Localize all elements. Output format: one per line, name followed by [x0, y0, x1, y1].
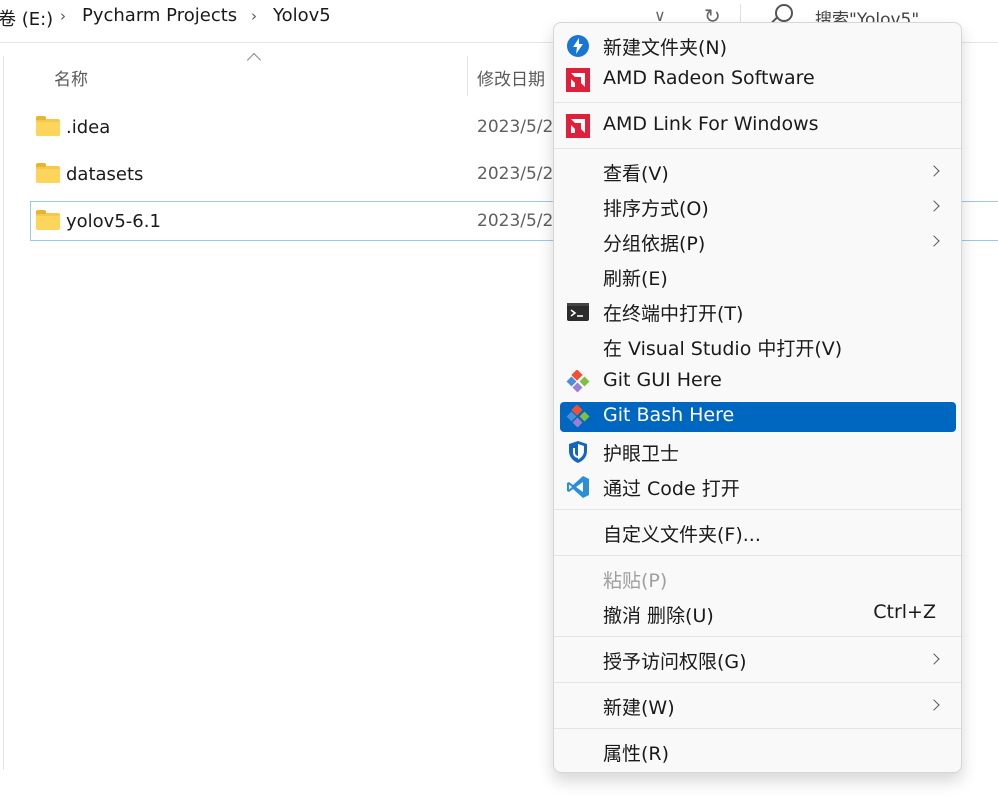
- menu-label: 新建(W): [603, 697, 675, 719]
- shortcut-label: Ctrl+Z: [873, 601, 936, 623]
- menu-label: AMD Radeon Software: [603, 67, 815, 89]
- chevron-right-icon: [928, 165, 940, 177]
- file-date: 2023/5/2: [477, 211, 552, 231]
- menu-item-customize-folder[interactable]: 自定义文件夹(F)...: [560, 518, 956, 548]
- column-header-date[interactable]: 修改日期: [477, 65, 545, 90]
- menu-item-properties[interactable]: 属性(R): [560, 737, 956, 767]
- menu-item-git-bash[interactable]: Git Bash Here: [560, 402, 956, 432]
- breadcrumb-yolov5[interactable]: Yolov5: [273, 5, 331, 26]
- shield-icon: [569, 441, 587, 463]
- menu-label: AMD Link For Windows: [603, 113, 819, 135]
- file-date: 2023/5/2: [477, 117, 552, 137]
- amd-logo-icon: [566, 114, 590, 138]
- file-name: datasets: [66, 164, 144, 185]
- menu-item-new[interactable]: 新建(W): [560, 691, 956, 721]
- menu-item-open-in-terminal[interactable]: 在终端中打开(T): [560, 297, 956, 327]
- navigation-pane-border: [3, 56, 4, 770]
- git-bash-icon: [566, 405, 590, 428]
- menu-label: 授予访问权限(G): [603, 651, 747, 673]
- menu-label: 分组依据(P): [603, 233, 706, 255]
- menu-separator: [554, 555, 961, 556]
- menu-item-group-by[interactable]: 分组依据(P): [560, 227, 956, 257]
- menu-label: Git Bash Here: [603, 404, 735, 426]
- menu-label: 撤消 删除(U): [603, 605, 714, 627]
- menu-label: 新建文件夹(N): [603, 37, 728, 59]
- file-date: 2023/5/2: [477, 164, 552, 184]
- breadcrumb-separator-icon[interactable]: ›: [60, 7, 66, 25]
- breadcrumb-drive[interactable]: 卷 (E:): [0, 5, 53, 31]
- column-divider[interactable]: [467, 56, 468, 96]
- menu-separator: [554, 102, 961, 103]
- menu-item-refresh[interactable]: 刷新(E): [560, 262, 956, 292]
- menu-item-git-gui[interactable]: Git GUI Here: [560, 367, 956, 397]
- menu-separator: [554, 728, 961, 729]
- menu-separator: [554, 148, 961, 149]
- breadcrumb-separator-icon[interactable]: ›: [251, 7, 257, 25]
- menu-label: 通过 Code 打开: [603, 478, 740, 500]
- menu-label: Git GUI Here: [603, 369, 722, 391]
- vscode-icon: [567, 476, 589, 498]
- chevron-right-icon: [928, 200, 940, 212]
- menu-label: 刷新(E): [603, 268, 668, 290]
- menu-separator: [554, 636, 961, 637]
- column-header-name[interactable]: 名称: [54, 65, 88, 90]
- chevron-right-icon: [928, 235, 940, 247]
- menu-label: 在终端中打开(T): [603, 303, 744, 325]
- menu-item-sort-by[interactable]: 排序方式(O): [560, 192, 956, 222]
- search-icon: [775, 4, 793, 22]
- menu-item-undo-delete[interactable]: 撤消 删除(U) Ctrl+Z: [560, 599, 956, 629]
- menu-item-open-with-code[interactable]: 通过 Code 打开: [560, 472, 956, 502]
- amd-logo-icon: [566, 68, 590, 92]
- menu-label: 属性(R): [603, 743, 670, 765]
- menu-item-new-folder[interactable]: 新建文件夹(N): [560, 31, 956, 61]
- menu-item-view[interactable]: 查看(V): [560, 157, 956, 187]
- menu-item-paste: 粘贴(P): [560, 564, 956, 594]
- menu-label: 排序方式(O): [603, 198, 709, 220]
- folder-icon: [36, 116, 60, 136]
- menu-label: 在 Visual Studio 中打开(V): [603, 338, 843, 360]
- file-name: yolov5-6.1: [66, 211, 161, 232]
- breadcrumb-pycharm-projects[interactable]: Pycharm Projects: [82, 5, 237, 26]
- folder-icon: [36, 210, 60, 230]
- menu-item-give-access[interactable]: 授予访问权限(G): [560, 645, 956, 675]
- new-folder-icon: [567, 35, 589, 57]
- menu-separator: [554, 509, 961, 510]
- context-menu: 新建文件夹(N) AMD Radeon Software AMD Link Fo…: [553, 22, 962, 773]
- menu-item-eye-guard[interactable]: 护眼卫士: [560, 437, 956, 467]
- menu-label: 粘贴(P): [603, 570, 668, 592]
- menu-item-amd-radeon-software[interactable]: AMD Radeon Software: [560, 65, 956, 95]
- folder-icon: [36, 163, 60, 183]
- menu-label: 自定义文件夹(F)...: [603, 524, 761, 546]
- file-name: .idea: [66, 117, 111, 138]
- git-gui-icon: [566, 370, 590, 393]
- chevron-right-icon: [928, 699, 940, 711]
- menu-item-amd-link[interactable]: AMD Link For Windows: [560, 111, 956, 141]
- menu-separator: [554, 682, 961, 683]
- chevron-right-icon: [928, 653, 940, 665]
- menu-label: 护眼卫士: [603, 443, 680, 465]
- menu-item-open-in-visual-studio[interactable]: 在 Visual Studio 中打开(V): [560, 332, 956, 362]
- sort-ascending-icon: [246, 52, 262, 68]
- menu-label: 查看(V): [603, 163, 669, 185]
- terminal-icon: [567, 303, 589, 321]
